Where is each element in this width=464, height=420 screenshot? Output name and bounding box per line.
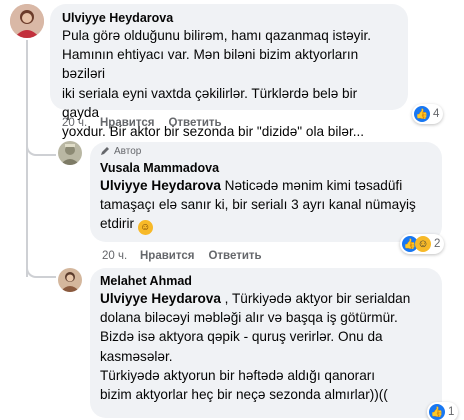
user-photo-icon (58, 268, 82, 292)
mention-link[interactable]: Ulviyye Heydarova (100, 178, 221, 193)
user-photo-icon (58, 141, 82, 165)
reply-bubble: Melahet Ahmad Ulviyye Heydarova , Türkiy… (90, 268, 442, 418)
haha-reaction-icon: ☺ (415, 236, 431, 252)
like-button[interactable]: Нравится (140, 250, 194, 262)
comment-author[interactable]: Ulviyye Heydarova (62, 10, 396, 26)
reply-connector-1 (26, 130, 56, 156)
reaction-count: 1 (448, 406, 455, 418)
comment-body: , Türkiyədə aktyor bir serialdan dolana … (100, 291, 411, 403)
reply-bubble: Автор Vusala Mammadova Ulviyye Heydarova… (90, 142, 442, 242)
like-reaction-icon: 👍 (429, 404, 445, 420)
author-badge: Автор (100, 144, 430, 158)
user-photo-icon (10, 4, 44, 38)
comment-time[interactable]: 20 ч. (102, 250, 140, 262)
reply-button[interactable]: Ответить (168, 117, 221, 129)
smile-emoji-icon: ☺ (137, 220, 153, 236)
avatar[interactable] (10, 4, 44, 38)
comment-author[interactable]: Vusala Mammadova (100, 160, 430, 176)
comment-time[interactable]: 20 ч. (62, 117, 100, 129)
pencil-icon (101, 147, 109, 155)
mention-link[interactable]: Ulviyye Heydarova (100, 291, 221, 306)
like-button[interactable]: Нравится (100, 117, 154, 129)
comment-bubble: Ulviyye Heydarova Pula görə olduğunu bil… (50, 4, 408, 139)
reaction-summary[interactable]: 👍 4 (412, 104, 444, 124)
author-badge-label: Автор (114, 145, 142, 157)
reaction-count: 4 (433, 108, 440, 120)
avatar[interactable] (58, 141, 82, 165)
like-reaction-icon: 👍 (414, 106, 430, 122)
reaction-summary[interactable]: 👍 ☺ 2 (400, 234, 445, 254)
reaction-count: 2 (434, 238, 441, 250)
reply-connector-2 (26, 250, 56, 278)
comment-text: Ulviyye Heydarova , Türkiyədə aktyor bir… (100, 289, 430, 404)
reply-button[interactable]: Ответить (208, 250, 261, 262)
reaction-summary[interactable]: 👍 1 (427, 402, 459, 420)
comment-text: Ulviyye Heydarova Nəticədə mənim kimi tə… (100, 176, 430, 236)
comment-actions: 20 ч. Нравится Ответить (102, 249, 262, 263)
comment-author[interactable]: Melahet Ahmad (100, 273, 430, 289)
thread-line-main (26, 40, 28, 277)
avatar[interactable] (58, 268, 82, 292)
comment-actions: 20 ч. Нравится Ответить (62, 116, 222, 130)
